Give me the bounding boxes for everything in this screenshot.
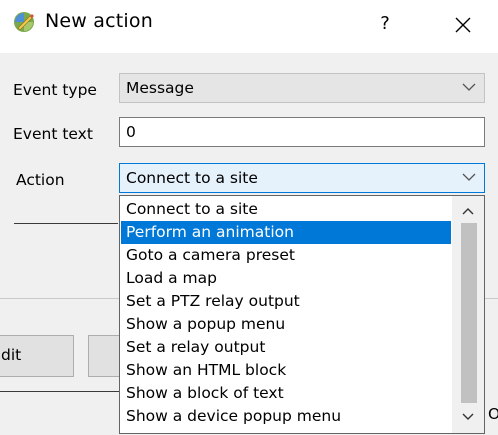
dropdown-option[interactable]: Goto a camera preset: [121, 244, 451, 267]
dropdown-option[interactable]: Show a popup menu: [121, 313, 451, 336]
chevron-down-icon: [462, 173, 476, 181]
chevron-down-icon: [462, 83, 476, 91]
dropdown-option[interactable]: Set a PTZ relay output: [121, 290, 451, 313]
event-type-combobox[interactable]: Message: [119, 73, 485, 103]
dropdown-option[interactable]: Load a map: [121, 267, 451, 290]
event-text-label: Event text: [13, 125, 93, 143]
event-text-input[interactable]: 0: [119, 117, 485, 147]
scroll-down-arrow-icon[interactable]: [452, 408, 484, 426]
lower-divider: [0, 391, 125, 392]
window-title: New action: [45, 10, 153, 32]
dropdown-option[interactable]: Show a block of text: [121, 382, 451, 405]
dropdown-option[interactable]: Show a device popup menu: [121, 405, 451, 428]
dropdown-option[interactable]: Connect to a site: [121, 198, 451, 221]
event-type-label: Event type: [13, 81, 97, 99]
action-label: Action: [16, 171, 65, 189]
ok-button[interactable]: OK: [488, 405, 498, 423]
dropdown-option[interactable]: Perform an animation: [121, 221, 451, 244]
close-icon: [455, 17, 471, 33]
action-value: Connect to a site: [126, 169, 258, 187]
scroll-up-arrow-icon[interactable]: [452, 202, 484, 220]
edit-button[interactable]: dit: [0, 335, 74, 377]
title-bar: New action ?: [0, 0, 498, 53]
app-icon: [14, 12, 34, 32]
event-type-value: Message: [126, 79, 194, 97]
dropdown-option[interactable]: Set a relay output: [121, 336, 451, 359]
group-divider: [14, 223, 118, 224]
event-text-value: 0: [126, 123, 136, 141]
dropdown-option[interactable]: Show an HTML block: [121, 359, 451, 382]
action-dropdown-list[interactable]: Connect to a site Perform an animation Got…: [119, 195, 485, 434]
dropdown-scrollbar[interactable]: [452, 196, 484, 433]
action-combobox[interactable]: Connect to a site: [119, 163, 485, 193]
edit-button-label: dit: [1, 346, 22, 364]
help-button[interactable]: ?: [358, 4, 412, 44]
scrollbar-thumb[interactable]: [461, 223, 477, 403]
ok-button-label: OK: [488, 405, 498, 423]
close-button[interactable]: [436, 4, 490, 44]
